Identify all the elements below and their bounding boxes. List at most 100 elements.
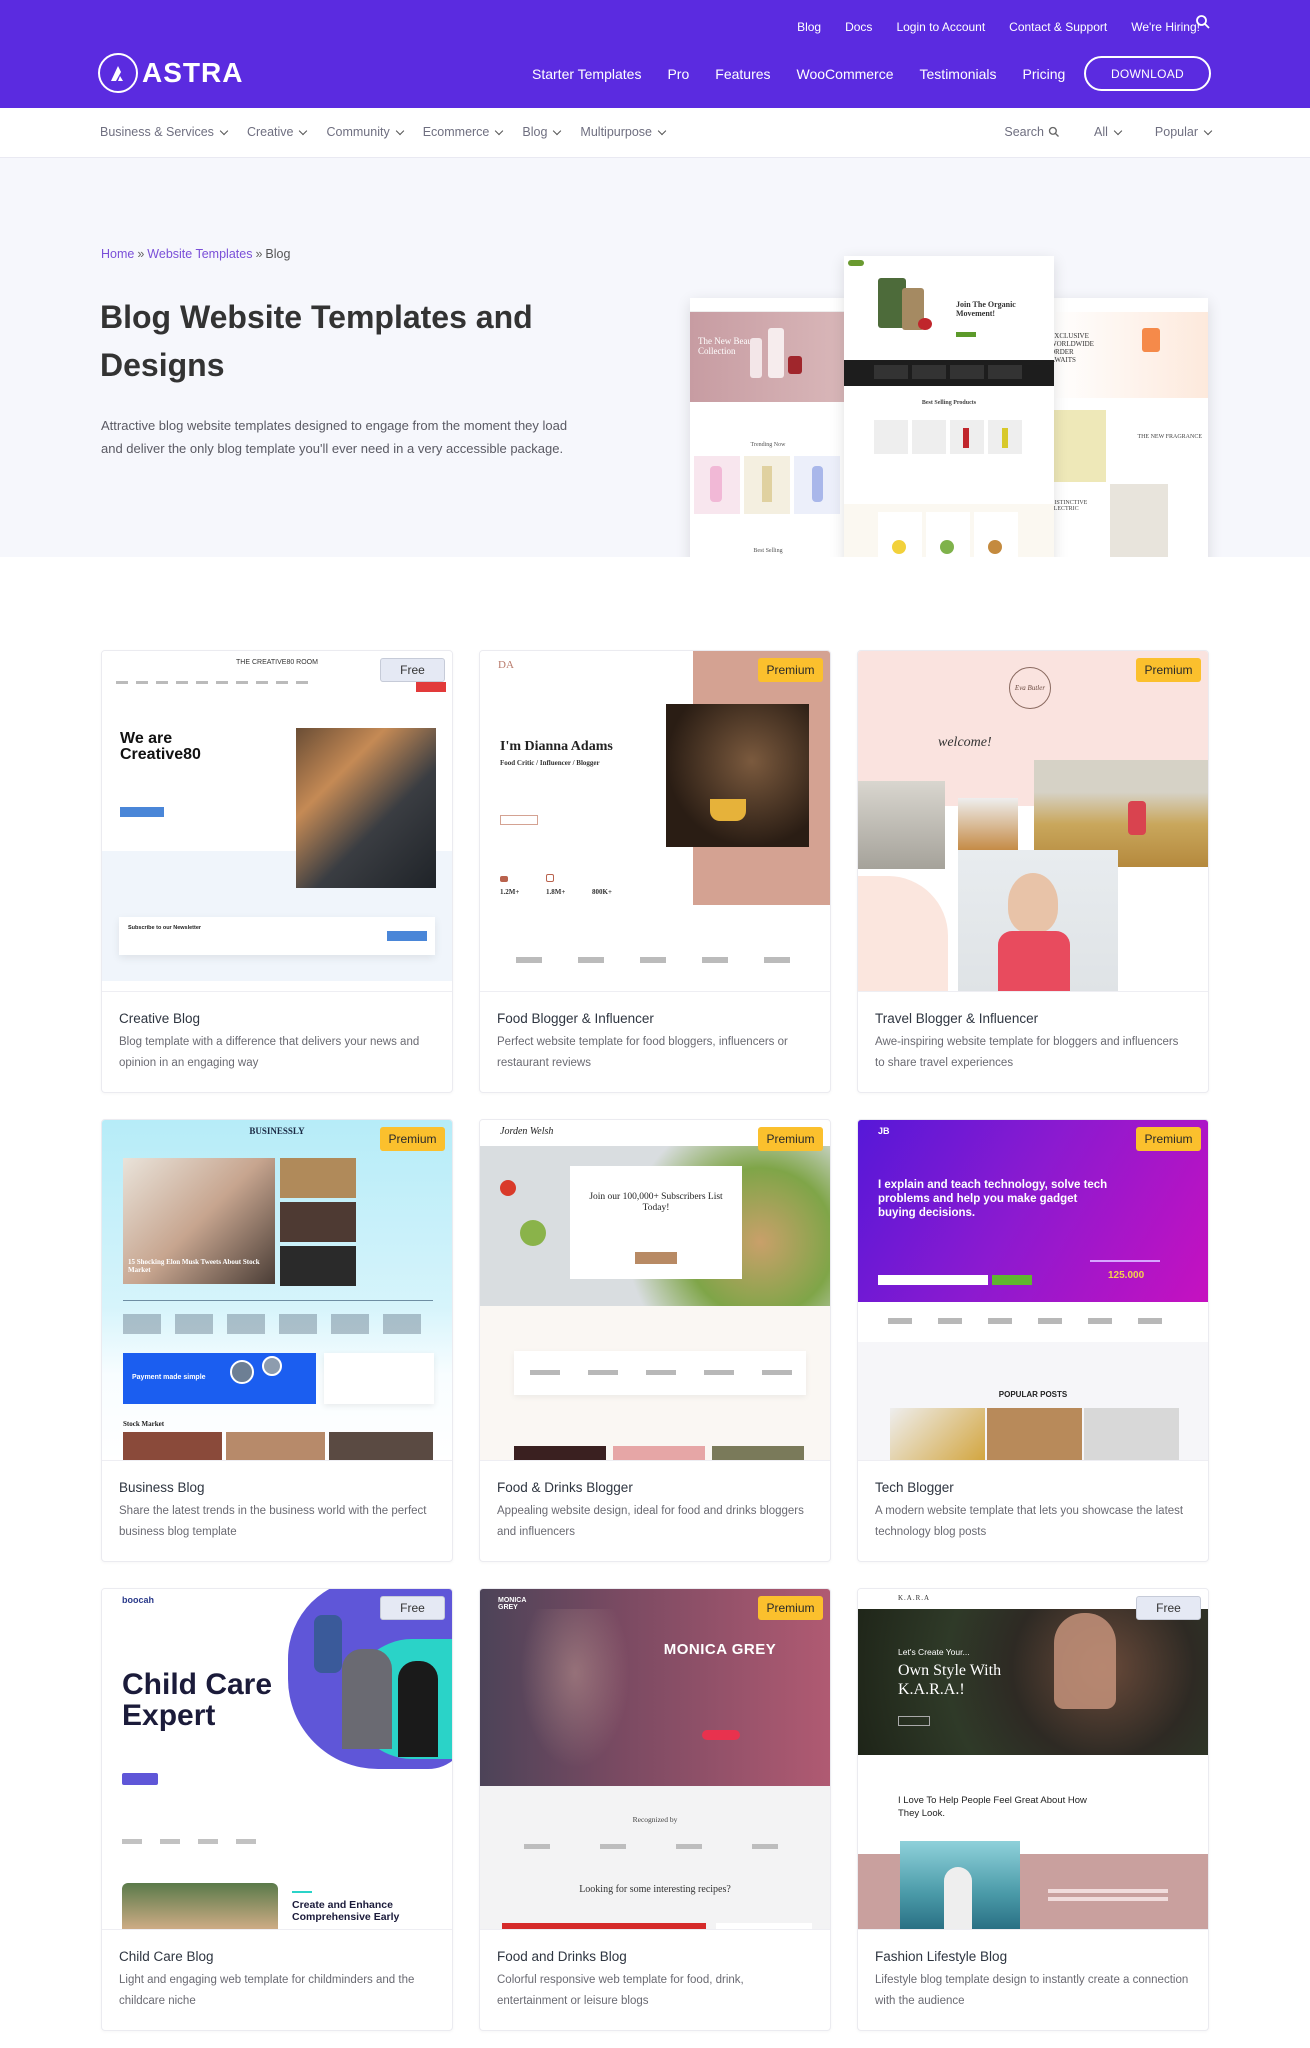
download-button[interactable]: DOWNLOAD	[1084, 56, 1211, 91]
chevron-down-icon	[495, 126, 504, 135]
sort-select[interactable]: Popular	[1154, 125, 1213, 139]
preview-headline: 15 Shocking Elon Musk Tweets About Stock…	[128, 1258, 260, 1274]
preview-headline: I explain and teach technology, solve te…	[878, 1179, 1108, 1219]
mockup-section: Best Selling Products	[921, 400, 977, 406]
template-description: Colorful responsive web template for foo…	[497, 1974, 744, 2007]
template-info: Food & Drinks Blogger Appealing website …	[480, 1460, 830, 1561]
template-preview: Eva Butler welcome!	[858, 651, 1208, 991]
nav-starter-templates[interactable]: Starter Templates	[532, 66, 641, 82]
type-select-value: All	[1094, 125, 1108, 139]
template-preview: DA I'm Dianna Adams Food Critic / Influe…	[480, 651, 830, 991]
search-label: Search	[1004, 125, 1044, 139]
sort-select-value: Popular	[1154, 125, 1198, 139]
preview-headline: I'm Dianna Adams	[500, 739, 613, 754]
filter-blog[interactable]: Blog	[522, 125, 562, 139]
preview-brand: boocah	[122, 1595, 155, 1605]
mockup-footer: Best Selling	[753, 548, 783, 554]
free-badge: Free	[380, 1596, 445, 1620]
mockup-section: THE NEW FRAGRANCE	[1137, 434, 1202, 440]
template-card-food-and-drinks-blog[interactable]: MONICA GREY MONICA GREY Recognized by Lo…	[479, 1588, 831, 2031]
preview-banner: Payment made simple	[132, 1374, 206, 1381]
chevron-down-icon	[657, 126, 667, 135]
template-card-creative-blog[interactable]: THE CREATIVE80 ROOM We are Creative80 Su…	[101, 650, 453, 1093]
filter-creative[interactable]: Creative	[247, 125, 308, 139]
template-title[interactable]: Food Blogger & Influencer	[497, 1011, 813, 1026]
filter-ecommerce[interactable]: Ecommerce	[423, 125, 504, 139]
free-badge: Free	[380, 658, 445, 682]
template-card-food-blogger-influencer[interactable]: DA I'm Dianna Adams Food Critic / Influe…	[479, 650, 831, 1093]
preview-headline: Join our 100,000+ Subscribers List Today…	[589, 1192, 723, 1213]
chevron-down-icon	[1113, 126, 1123, 135]
site-header: Blog Docs Login to Account Contact & Sup…	[0, 0, 1310, 108]
template-search[interactable]: Search	[1004, 125, 1060, 139]
chevron-down-icon	[299, 126, 308, 135]
preview-brand: MONICA GREY	[498, 1597, 527, 1611]
breadcrumb-home[interactable]: Home	[101, 247, 134, 261]
preview-brand: Jorden Welsh	[500, 1126, 554, 1137]
search-icon[interactable]	[1195, 14, 1211, 30]
filter-label: Blog	[522, 125, 548, 139]
nav-pro[interactable]: Pro	[667, 66, 689, 82]
preview-headline: welcome!	[938, 735, 992, 750]
template-title[interactable]: Food & Drinks Blogger	[497, 1480, 813, 1495]
template-description: Appealing website design, ideal for food…	[497, 1505, 804, 1538]
template-title[interactable]: Travel Blogger & Influencer	[875, 1011, 1191, 1026]
breadcrumb-website-templates[interactable]: Website Templates	[147, 247, 252, 261]
utility-link-hiring[interactable]: We're Hiring!	[1131, 20, 1200, 34]
mockup-headline: EXCLUSIVE WORLDWIDE ORDER AWAITS	[1050, 332, 1094, 364]
premium-badge: Premium	[758, 1596, 823, 1620]
template-info: Food and Drinks Blog Colorful responsive…	[480, 1929, 830, 2030]
template-info: Business Blog Share the latest trends in…	[102, 1460, 452, 1561]
preview-section: Stock Market	[123, 1420, 165, 1428]
template-title[interactable]: Tech Blogger	[875, 1480, 1191, 1495]
preview-stat: 1.8M+	[546, 888, 566, 896]
utility-link-login[interactable]: Login to Account	[896, 20, 985, 34]
utility-link-contact[interactable]: Contact & Support	[1009, 20, 1107, 34]
preview-subline: Food Critic / Influencer / Blogger	[500, 759, 600, 767]
template-description: Light and engaging web template for chil…	[119, 1974, 415, 2007]
nav-pricing[interactable]: Pricing	[1023, 66, 1066, 82]
template-preview: K.A.R.A Let's Create Your... Own Style W…	[858, 1589, 1208, 1929]
chevron-down-icon	[219, 126, 229, 135]
utility-link-blog[interactable]: Blog	[797, 20, 821, 34]
breadcrumb-separator: »	[255, 247, 263, 261]
type-select[interactable]: All	[1094, 125, 1123, 139]
page-description: Attractive blog website templates design…	[101, 418, 568, 456]
filter-community[interactable]: Community	[326, 125, 404, 139]
template-card-fashion-lifestyle-blog[interactable]: K.A.R.A Let's Create Your... Own Style W…	[857, 1588, 1209, 2031]
template-preview: THE CREATIVE80 ROOM We are Creative80 Su…	[102, 651, 452, 991]
filter-label: Business & Services	[100, 125, 214, 139]
template-title[interactable]: Fashion Lifestyle Blog	[875, 1949, 1191, 1964]
premium-badge: Premium	[758, 658, 823, 682]
template-preview: BUSINESSLY 15 Shocking Elon Musk Tweets …	[102, 1120, 452, 1460]
template-description: Share the latest trends in the business …	[119, 1505, 427, 1538]
breadcrumb-current: Blog	[265, 247, 291, 261]
nav-features[interactable]: Features	[715, 66, 770, 82]
preview-subline: I Love To Help People Feel Great About H…	[898, 1795, 1087, 1819]
filter-multipurpose[interactable]: Multipurpose	[580, 125, 667, 139]
template-info: Food Blogger & Influencer Perfect websit…	[480, 991, 830, 1092]
premium-badge: Premium	[1136, 658, 1201, 682]
template-card-tech-blogger[interactable]: JB I explain and teach technology, solve…	[857, 1119, 1209, 1562]
template-card-travel-blogger-influencer[interactable]: Eva Butler welcome! Premium Travel Blogg…	[857, 650, 1209, 1093]
template-title[interactable]: Creative Blog	[119, 1011, 435, 1026]
nav-testimonials[interactable]: Testimonials	[920, 66, 997, 82]
template-description: A modern website template that lets you …	[875, 1505, 1184, 1538]
template-card-business-blog[interactable]: BUSINESSLY 15 Shocking Elon Musk Tweets …	[101, 1119, 453, 1562]
template-description: Blog template with a difference that del…	[119, 1036, 420, 1069]
template-title[interactable]: Food and Drinks Blog	[497, 1949, 813, 1964]
main-nav: Starter Templates Pro Features WooCommer…	[532, 66, 1065, 82]
filter-business-services[interactable]: Business & Services	[100, 125, 229, 139]
astra-logo[interactable]: ASTRA	[98, 53, 243, 93]
template-preview: JB I explain and teach technology, solve…	[858, 1120, 1208, 1460]
nav-woocommerce[interactable]: WooCommerce	[797, 66, 894, 82]
template-title[interactable]: Child Care Blog	[119, 1949, 435, 1964]
hero-mockup-organic: Join The Organic Movement! Best Selling …	[844, 256, 1054, 557]
template-card-food-drinks-blogger[interactable]: Jorden Welsh Join our 100,000+ Subscribe…	[479, 1119, 831, 1562]
mockup-footer: DISTINCTIVE ELECTRIC	[1050, 500, 1088, 512]
template-card-child-care-blog[interactable]: boocah Child Care Expert Create and Enha…	[101, 1588, 453, 2031]
hero-section: Home» Website Templates» Blog Blog Website…	[0, 158, 1310, 557]
hero-mockup-fragrance: EXCLUSIVE WORLDWIDE ORDER AWAITS THE NEW…	[1050, 298, 1208, 557]
utility-link-docs[interactable]: Docs	[845, 20, 872, 34]
template-title[interactable]: Business Blog	[119, 1480, 435, 1495]
